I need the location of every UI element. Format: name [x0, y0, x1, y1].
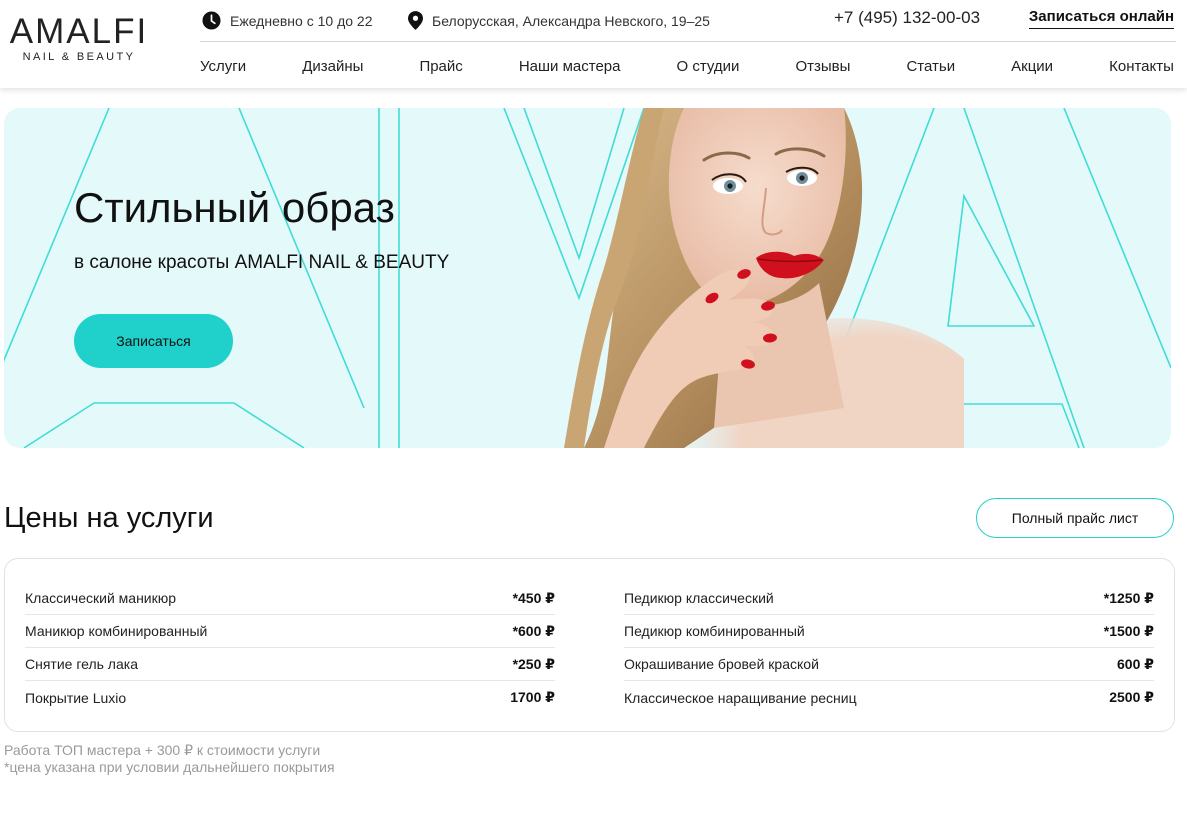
nav-item-promotions[interactable]: Акции	[1011, 58, 1053, 75]
header-info-bar: Ежедневно с 10 до 22 Белорусская, Алекса…	[200, 0, 1176, 42]
salon-address[interactable]: Белорусская, Александра Невского, 19–25	[408, 11, 710, 30]
service-price: *1250 ₽	[1103, 589, 1154, 606]
logo[interactable]: AMALFI NAIL & BEAUTY	[4, 12, 154, 64]
hours-text: Ежедневно с 10 до 22	[230, 12, 373, 29]
service-price: 2500 ₽	[1109, 689, 1154, 705]
logo-name: AMALFI	[9, 12, 149, 51]
hero-subtitle: в салоне красоты AMALFI NAIL & BEAUTY	[74, 252, 450, 273]
service-name: Классический маникюр	[25, 590, 177, 606]
opening-hours: Ежедневно с 10 до 22	[202, 11, 372, 30]
service-name: Окрашивание бровей краской	[624, 656, 819, 672]
service-price: *1500 ₽	[1103, 622, 1154, 639]
price-row: Педикюр комбинированный *1500 ₽	[624, 615, 1154, 648]
map-pin-icon	[408, 11, 423, 30]
service-name: Покрытие Luxio	[25, 689, 127, 706]
top-master-note: Работа ТОП мастера + 300 ₽ к стоимости у…	[4, 742, 321, 758]
nav-item-about[interactable]: О студии	[677, 58, 740, 75]
book-online-link[interactable]: Записаться онлайн	[1028, 8, 1174, 29]
nav-item-reviews[interactable]: Отзывы	[795, 58, 850, 75]
main-nav: Услуги Дизайны Прайс Наши мастера О студ…	[200, 58, 1174, 75]
service-name: Педикюр комбинированный	[624, 623, 805, 639]
model-photo	[564, 108, 964, 448]
service-price: *600 ₽	[512, 622, 555, 639]
logo-tagline: NAIL & BEAUTY	[22, 51, 136, 63]
price-row: Классический маникюр *450 ₽	[25, 582, 555, 615]
price-notes: Работа ТОП мастера + 300 ₽ к стоимости у…	[4, 742, 335, 776]
service-name: Классическое наращивание ресниц	[624, 689, 857, 706]
nav-item-articles[interactable]: Статьи	[906, 58, 955, 75]
nav-item-services[interactable]: Услуги	[200, 58, 246, 75]
phone-number[interactable]: +7 (495) 132-00-03	[834, 8, 980, 28]
service-name: Снятие гель лака	[25, 656, 138, 672]
service-name: Педикюр классический	[624, 590, 774, 606]
price-row: Окрашивание бровей краской 600 ₽	[624, 648, 1154, 681]
price-row: Покрытие Luxio 1700 ₽	[25, 681, 555, 714]
site-header: AMALFI NAIL & BEAUTY Ежедневно с 10 до 2…	[0, 0, 1187, 88]
clock-icon	[202, 11, 221, 30]
service-price: *250 ₽	[512, 655, 555, 672]
price-table: Классический маникюр *450 ₽ Маникюр комб…	[4, 558, 1175, 732]
price-column-right: Педикюр классический *1250 ₽ Педикюр ком…	[624, 582, 1154, 714]
price-row: Снятие гель лака *250 ₽	[25, 648, 555, 681]
service-price: 600 ₽	[1117, 655, 1154, 672]
hero-book-button[interactable]: Записаться	[74, 314, 233, 368]
service-price: 1700 ₽	[510, 689, 555, 705]
asterisk-note: *цена указана при условии дальнейшего по…	[4, 759, 335, 775]
price-row: Классическое наращивание ресниц 2500 ₽	[624, 681, 1154, 714]
hero-banner: Стильный образ в салоне красоты AMALFI N…	[4, 108, 1171, 448]
service-price: *450 ₽	[512, 589, 555, 606]
full-price-list-button[interactable]: Полный прайс лист	[976, 498, 1174, 538]
price-column-left: Классический маникюр *450 ₽ Маникюр комб…	[25, 582, 555, 714]
prices-section-title: Цены на услуги	[4, 502, 214, 534]
nav-item-price[interactable]: Прайс	[419, 58, 462, 75]
price-row: Педикюр классический *1250 ₽	[624, 582, 1154, 615]
service-name: Маникюр комбинированный	[25, 623, 208, 639]
price-row: Маникюр комбинированный *600 ₽	[25, 615, 555, 648]
nav-item-masters[interactable]: Наши мастера	[519, 58, 621, 75]
address-text: Белорусская, Александра Невского, 19–25	[432, 12, 710, 29]
nav-item-designs[interactable]: Дизайны	[302, 58, 363, 75]
nav-item-contacts[interactable]: Контакты	[1109, 58, 1174, 75]
hero-title: Стильный образ	[74, 184, 395, 231]
